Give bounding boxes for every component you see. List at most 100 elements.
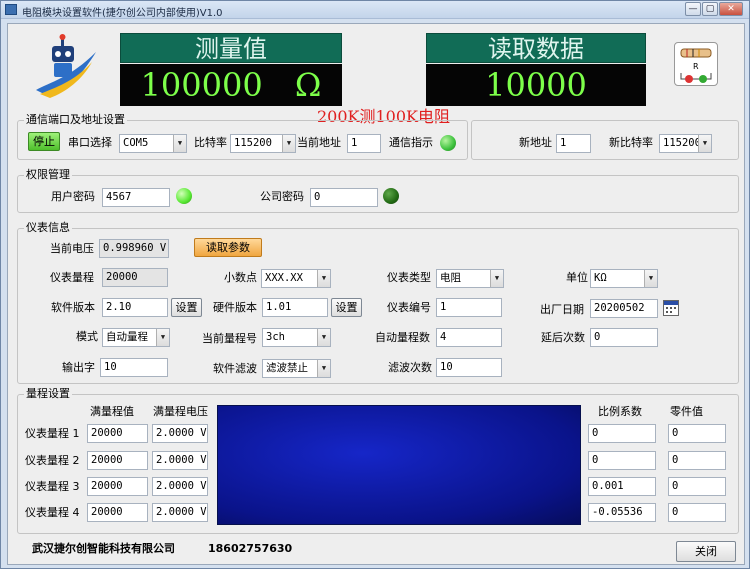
read-params-button[interactable]: 读取参数 [194, 238, 262, 257]
ratio-input[interactable]: 0.001 [588, 477, 656, 496]
filter-value: 滤波禁止 [266, 362, 308, 374]
auth-group-title: 权限管理 [24, 168, 72, 182]
filter-select[interactable]: 滤波禁止 ▼ [262, 359, 331, 378]
full-voltage-input[interactable]: 2.0000 V [152, 503, 208, 522]
hw-ver-input[interactable]: 1.01 [262, 298, 328, 317]
sw-ver-label: 软件版本 [51, 301, 95, 314]
decimal-select[interactable]: XXX.XX ▼ [261, 269, 331, 288]
unit-value: KΩ [594, 272, 607, 284]
range-value: 20000 [102, 268, 168, 287]
read-value: 10000 [426, 64, 646, 106]
unit-select[interactable]: KΩ ▼ [590, 269, 658, 288]
type-value: 电阻 [440, 272, 461, 284]
minimize-button[interactable]: — [685, 2, 701, 16]
company-pwd-input[interactable]: 0 [310, 188, 378, 207]
resistor-icon: R [674, 42, 718, 86]
full-voltage-input[interactable]: 2.0000 V [152, 424, 208, 443]
calendar-icon[interactable] [663, 300, 679, 316]
type-label: 仪表类型 [387, 271, 431, 284]
zero-input[interactable]: 0 [668, 503, 726, 522]
range-row-label: 仪表量程 2 [25, 454, 80, 467]
cur-range-select[interactable]: 3ch ▼ [262, 328, 331, 347]
output-label: 输出字 [62, 361, 95, 374]
mode-label: 模式 [76, 330, 98, 343]
port-value: COM5 [123, 137, 149, 149]
sw-ver-input[interactable]: 2.10 [102, 298, 168, 317]
serial-label: 仪表编号 [387, 301, 431, 314]
baud-value: 115200 [234, 137, 272, 149]
baud-select[interactable]: 115200 ▼ [230, 134, 296, 153]
full-voltage-input[interactable]: 2.0000 V [152, 451, 208, 470]
range-settings-group-title: 量程设置 [24, 387, 72, 401]
ratio-input[interactable]: 0 [588, 451, 656, 470]
serial-input[interactable]: 1 [436, 298, 502, 317]
port-select[interactable]: COM5 ▼ [119, 134, 187, 153]
delay-label: 延后次数 [541, 331, 585, 344]
maximize-button[interactable]: ▢ [702, 2, 718, 16]
date-input[interactable]: 20200502 [590, 299, 658, 318]
delay-input[interactable]: 0 [590, 328, 658, 347]
chevron-down-icon[interactable]: ▼ [317, 360, 330, 377]
chevron-down-icon[interactable]: ▼ [317, 270, 330, 287]
chevron-down-icon[interactable]: ▼ [173, 135, 186, 152]
mode-select[interactable]: 自动量程 ▼ [102, 328, 170, 347]
chevron-down-icon[interactable]: ▼ [490, 270, 503, 287]
chevron-down-icon[interactable]: ▼ [698, 135, 711, 152]
header-ratio: 比例系数 [598, 405, 642, 418]
auto-count-input[interactable]: 4 [436, 328, 502, 347]
hw-ver-label: 硬件版本 [213, 301, 257, 314]
close-window-button[interactable]: ✕ [719, 2, 743, 16]
type-select[interactable]: 电阻 ▼ [436, 269, 504, 288]
zero-input[interactable]: 0 [668, 424, 726, 443]
range-row-label: 仪表量程 4 [25, 506, 80, 519]
ratio-input[interactable]: 0 [588, 424, 656, 443]
range-row-label: 仪表量程 3 [25, 480, 80, 493]
header-full-voltage: 满量程电压 [153, 405, 208, 418]
user-pwd-input[interactable]: 4567 [102, 188, 170, 207]
close-button[interactable]: 关闭 [676, 541, 736, 562]
robot-logo-icon [36, 34, 96, 98]
full-voltage-input[interactable]: 2.0000 V [152, 477, 208, 496]
auto-count-label: 自动量程数 [375, 331, 430, 344]
full-value-input[interactable]: 20000 [87, 451, 148, 470]
new-addr-input[interactable]: 1 [556, 134, 591, 153]
measured-title: 测量值 [120, 33, 342, 63]
chevron-down-icon[interactable]: ▼ [156, 329, 169, 346]
voltage-label: 当前电压 [50, 242, 94, 255]
baud-label: 比特率 [194, 136, 227, 149]
filter-count-input[interactable]: 10 [436, 358, 502, 377]
ratio-input[interactable]: -0.05536 [588, 503, 656, 522]
date-label: 出厂日期 [540, 303, 584, 316]
read-title: 读取数据 [426, 33, 646, 63]
decimal-value: XXX.XX [265, 272, 303, 284]
full-value-input[interactable]: 20000 [87, 503, 148, 522]
comm-indicator-led [440, 135, 456, 151]
company-phone: 18602757630 [208, 542, 293, 555]
range-label: 仪表量程 [50, 271, 94, 284]
header-zero: 零件值 [670, 405, 703, 418]
range-graph-area [217, 405, 581, 525]
chevron-down-icon[interactable]: ▼ [644, 270, 657, 287]
zero-input[interactable]: 0 [668, 477, 726, 496]
user-status-led [176, 188, 192, 204]
company-name: 武汉捷尔创智能科技有限公司 [32, 542, 175, 555]
addr-input[interactable]: 1 [347, 134, 381, 153]
addr-label: 当前地址 [297, 136, 341, 149]
hw-ver-set-button[interactable]: 设置 [331, 298, 362, 317]
user-pwd-label: 用户密码 [51, 190, 95, 203]
full-value-input[interactable]: 20000 [87, 477, 148, 496]
new-baud-select[interactable]: 115200 ▼ [659, 134, 712, 153]
app-window: 电阻模块设置软件(捷尔创公司内部使用)V1.0 — ▢ ✕ 测量值 100000… [0, 0, 750, 569]
new-baud-label: 新比特率 [609, 136, 653, 149]
sw-ver-set-button[interactable]: 设置 [171, 298, 202, 317]
chevron-down-icon[interactable]: ▼ [317, 329, 330, 346]
stop-button[interactable]: 停止 [28, 132, 60, 151]
zero-input[interactable]: 0 [668, 451, 726, 470]
full-value-input[interactable]: 20000 [87, 424, 148, 443]
instrument-group-title: 仪表信息 [24, 221, 72, 235]
chevron-down-icon[interactable]: ▼ [282, 135, 295, 152]
main-panel: 测量值 100000 Ω 读取数据 10000 R 200K测100K电阻 通信… [7, 23, 745, 565]
output-input[interactable]: 10 [100, 358, 168, 377]
new-baud-value: 115200 [663, 137, 701, 149]
filter-label: 软件滤波 [213, 362, 257, 375]
